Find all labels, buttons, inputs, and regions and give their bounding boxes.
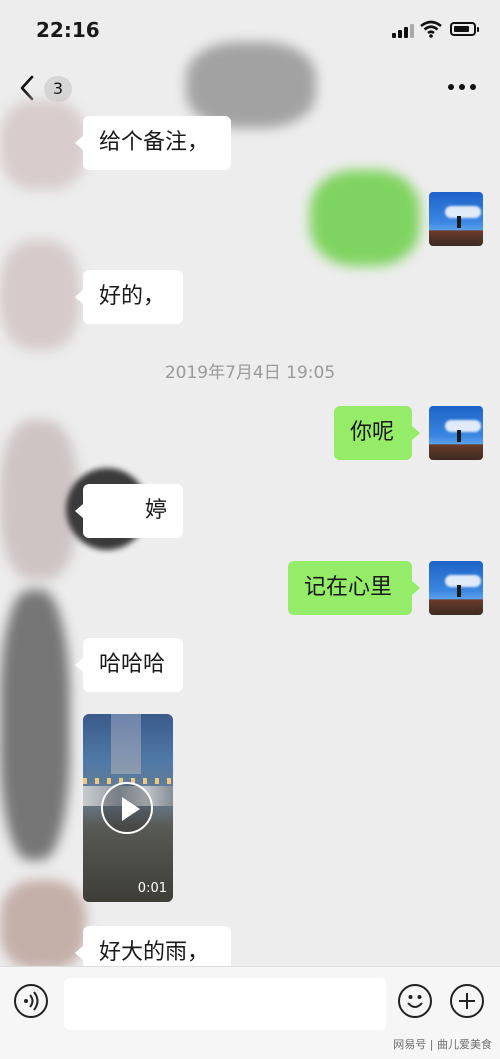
avatar[interactable]	[429, 561, 483, 615]
status-time: 22:16	[36, 18, 100, 42]
redaction-smudge	[0, 240, 80, 350]
emoji-button[interactable]	[398, 984, 432, 1018]
message-bubble-incoming[interactable]: 好的，	[75, 270, 183, 324]
plus-icon[interactable]	[450, 984, 484, 1018]
redaction-smudge	[310, 170, 420, 266]
message-input[interactable]	[64, 978, 386, 1030]
play-icon[interactable]	[101, 782, 153, 834]
watermark: 网易号 | 曲儿爱美食	[393, 1038, 492, 1051]
video-thumbnail	[111, 714, 141, 774]
redaction-smudge	[0, 100, 86, 190]
avatar[interactable]	[429, 192, 483, 246]
back-button[interactable]	[16, 74, 40, 102]
voice-icon	[24, 991, 39, 1011]
voice-button[interactable]	[14, 984, 48, 1018]
avatar[interactable]	[429, 406, 483, 460]
message-bubble-outgoing[interactable]: 你呢	[334, 406, 420, 460]
chevron-left-icon	[20, 75, 34, 101]
unread-count-badge[interactable]: 3	[44, 76, 72, 102]
battery-icon	[450, 22, 479, 36]
cellular-signal-icon	[392, 24, 414, 38]
message-bubble-incoming[interactable]: 好大的雨，	[75, 926, 231, 970]
message-bubble-incoming[interactable]: 给个备注，	[75, 116, 231, 170]
redaction-smudge	[0, 590, 70, 860]
message-bubble-incoming[interactable]: 哈哈哈	[75, 638, 183, 692]
more-dots-icon[interactable]	[448, 84, 476, 92]
message-timestamp: 2019年7月4日 19:05	[164, 363, 336, 383]
emoji-icon	[407, 995, 423, 1008]
video-message[interactable]: 0:01	[83, 714, 173, 902]
redaction-smudge	[0, 880, 86, 970]
message-bubble-outgoing[interactable]: 记在心里	[288, 561, 420, 615]
video-duration: 0:01	[137, 881, 167, 896]
message-bubble-incoming[interactable]: 婷	[75, 484, 183, 538]
wifi-icon	[420, 20, 442, 38]
